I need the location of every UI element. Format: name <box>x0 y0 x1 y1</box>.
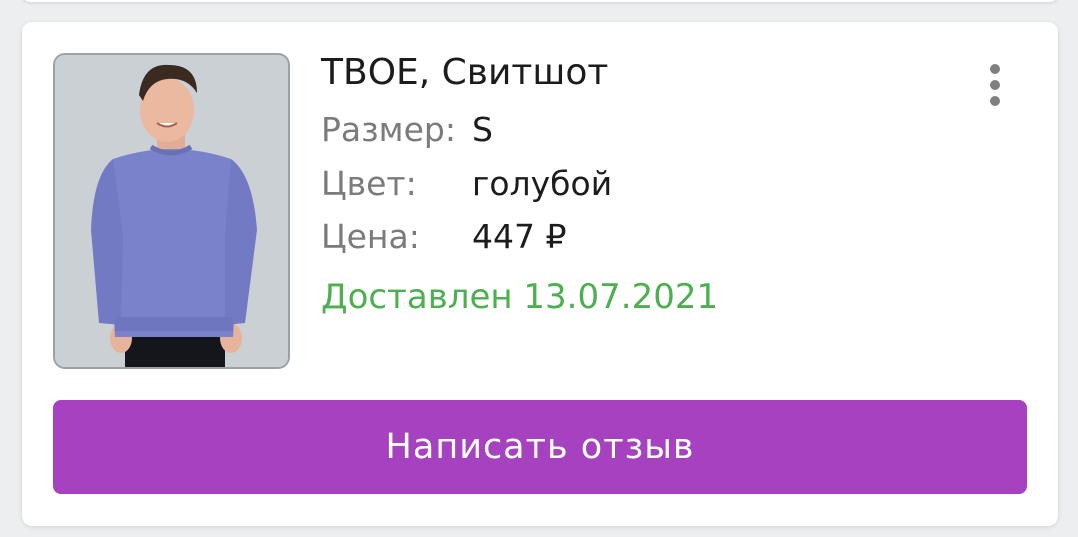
menu-dot <box>990 80 1000 90</box>
price-value: 447 ₽ <box>472 217 567 256</box>
size-label: Размер: <box>321 110 456 149</box>
price-label: Цена: <box>321 217 420 256</box>
color-value: голубой <box>472 164 613 203</box>
order-item-card: ТВОЕ, Свитшот Размер: S Цвет: голубой Цена… <box>22 22 1058 526</box>
size-value: S <box>472 110 493 149</box>
menu-dot <box>990 64 1000 74</box>
color-label: Цвет: <box>321 164 417 203</box>
color-row: Цвет: голубой <box>321 164 612 203</box>
menu-dot <box>990 96 1000 106</box>
price-row: Цена: 447 ₽ <box>321 217 566 256</box>
delivery-status: Доставлен 13.07.2021 <box>321 277 719 317</box>
product-image[interactable] <box>53 53 290 369</box>
product-title[interactable]: ТВОЕ, Свитшот <box>321 52 608 93</box>
write-review-button[interactable]: Написать отзыв <box>53 400 1027 494</box>
size-row: Размер: S <box>321 110 493 149</box>
previous-order-card <box>22 0 1058 2</box>
more-vertical-icon[interactable] <box>978 58 1012 112</box>
